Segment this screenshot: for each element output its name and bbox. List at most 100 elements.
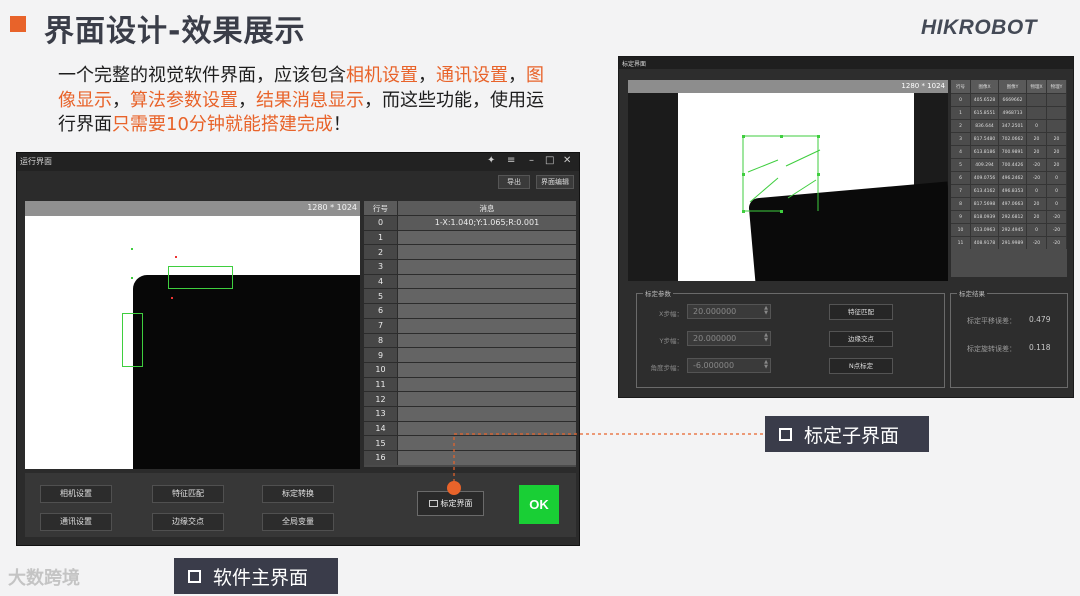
minimize-icon[interactable]: – xyxy=(529,155,534,167)
table-row[interactable]: 6 xyxy=(364,303,576,318)
square-bullet-icon xyxy=(188,569,201,583)
params-panel-title: 标定参数 xyxy=(643,288,673,298)
calibration-cell: 405.6528 xyxy=(971,94,999,106)
n-point-calibration-button[interactable]: N点标定 xyxy=(829,358,893,374)
table-row[interactable]: 1 xyxy=(364,229,576,245)
table-row[interactable]: 1 615.8551 4968713 xyxy=(951,106,1067,119)
table-row[interactable]: 9 xyxy=(364,347,576,362)
sub-window-title: 标定界面 xyxy=(622,61,647,68)
table-row[interactable]: 8 xyxy=(364,332,576,348)
sub-edge-intersection-button[interactable]: 边缘交点 xyxy=(829,331,893,347)
table-row[interactable]: 16 xyxy=(364,450,576,465)
comm-settings-button[interactable]: 通讯设置 xyxy=(40,513,112,531)
col-header-image-y: 图像Y xyxy=(999,80,1027,93)
calibration-cell: 291.9989 xyxy=(999,237,1027,249)
roi-rect-top[interactable] xyxy=(168,266,233,289)
row-number-cell: 1 xyxy=(364,230,398,245)
table-row[interactable]: 15 xyxy=(364,435,576,450)
table-row[interactable]: 13 xyxy=(364,405,576,421)
calibration-cell: 4 xyxy=(951,146,971,158)
intro-highlight: 只需要10分钟就能搭建完成 xyxy=(112,114,333,135)
calibration-cell: 496.2462 xyxy=(999,172,1027,184)
calibration-params-panel: 标定参数 X步幅： 20.000000 ▲ ▼ Y步幅： 20.000000 ▲ ▼… xyxy=(636,288,945,388)
calib-convert-button[interactable]: 标定转换 xyxy=(262,485,334,503)
calibration-cell: 20 xyxy=(1027,146,1047,158)
calibration-cell: 5 xyxy=(951,159,971,171)
row-number-cell: 8 xyxy=(364,333,398,348)
slide-title: 界面设计-效果展示 xyxy=(44,14,306,49)
table-row[interactable]: 5 409.294 700.4426 -20 20 xyxy=(951,158,1067,171)
roi-rect-left[interactable] xyxy=(122,313,143,367)
col-header-world-y: 物理Y xyxy=(1047,80,1067,93)
table-row[interactable]: 5 xyxy=(364,288,576,304)
table-row[interactable]: 11 408.9178 291.9989 -20 -20 xyxy=(951,236,1067,249)
pin-icon[interactable]: ✦ xyxy=(487,155,495,167)
sub-window-titlebar: 标定界面 xyxy=(619,57,1073,69)
message-cell xyxy=(398,230,576,245)
table-row[interactable]: 3 xyxy=(364,259,576,274)
table-row[interactable]: 10 xyxy=(364,361,576,377)
callout-calibration-sub: 标定子界面 xyxy=(765,416,929,452)
close-icon[interactable]: ✕ xyxy=(563,155,571,167)
menu-icon[interactable]: ≡ xyxy=(507,155,515,167)
y-step-input[interactable]: 20.000000 ▲ ▼ xyxy=(687,331,771,346)
table-row[interactable]: 12 xyxy=(364,391,576,406)
calibration-cell: 20 xyxy=(1047,159,1067,171)
table-row[interactable]: 4 613.8186 700.9891 20 20 xyxy=(951,145,1067,158)
square-bullet-icon xyxy=(779,427,792,441)
spinner-icon[interactable]: ▲ ▼ xyxy=(764,333,768,343)
spinner-icon[interactable]: ▲ ▼ xyxy=(764,360,768,370)
table-row[interactable]: 6 409.0756 496.2462 -20 0 xyxy=(951,171,1067,184)
calibration-cell: 409.294 xyxy=(971,159,999,171)
export-button[interactable]: 导出 xyxy=(498,175,530,189)
calibration-cell xyxy=(1047,94,1067,106)
calibration-cell xyxy=(1047,107,1067,119)
table-row[interactable]: 9 818.0939 292.6812 20 -20 xyxy=(951,210,1067,223)
edit-ui-button[interactable]: 界面编辑 xyxy=(536,175,574,189)
table-row[interactable]: 3 817.5480 702.0662 20 20 xyxy=(951,132,1067,145)
sub-image-display[interactable]: 1280 * 1024 xyxy=(628,80,948,281)
calibration-cell: -20 xyxy=(1027,159,1047,171)
message-cell xyxy=(398,304,576,318)
table-row[interactable]: 4 xyxy=(364,273,576,289)
col-header-world-x: 物理X xyxy=(1027,80,1047,93)
calibration-cell: 20 xyxy=(1027,198,1047,210)
camera-settings-button[interactable]: 相机设置 xyxy=(40,485,112,503)
table-row[interactable]: 8 817.5698 497.0663 20 0 xyxy=(951,197,1067,210)
table-row[interactable]: 14 xyxy=(364,420,576,436)
trans-error-label: 标定平移误差： xyxy=(967,317,1016,325)
edge-intersection-button[interactable]: 边缘交点 xyxy=(152,513,224,531)
col-header-row-no: 行号 xyxy=(951,80,971,93)
ok-button[interactable]: OK xyxy=(519,485,559,524)
rot-error-value: 0.118 xyxy=(1029,343,1051,352)
table-row[interactable]: 7 xyxy=(364,317,576,333)
calibration-cell: 497.0663 xyxy=(999,198,1027,210)
message-cell xyxy=(398,348,576,362)
intro-highlight: 算法参数设置 xyxy=(130,89,238,111)
calibration-cell: 1 xyxy=(951,107,971,119)
calibration-ui-button[interactable]: 标定界面 xyxy=(417,491,484,516)
calibration-cell: 700.9891 xyxy=(999,146,1027,158)
table-row[interactable]: 0 1-X:1.040;Y:1.065;R:0.001 xyxy=(364,215,576,230)
table-row[interactable]: 10 613.0963 292.4945 0 -20 xyxy=(951,223,1067,236)
calibration-cell: 20 xyxy=(1027,211,1047,223)
spinner-icon[interactable]: ▲ ▼ xyxy=(764,306,768,316)
table-row[interactable]: 2 836.644 347.2501 0 xyxy=(951,119,1067,132)
calibration-cell: 409.0756 xyxy=(971,172,999,184)
global-variable-button[interactable]: 全局变量 xyxy=(262,513,334,531)
x-step-input[interactable]: 20.000000 ▲ ▼ xyxy=(687,304,771,319)
maximize-icon[interactable]: □ xyxy=(545,155,554,167)
table-row[interactable]: 0 405.6528 6669662 xyxy=(951,93,1067,106)
message-cell xyxy=(398,421,576,436)
table-row[interactable]: 11 xyxy=(364,376,576,392)
calibration-point-table: 行号 图像X 图像Y 物理X 物理Y 0 405.6528 6669662 1 615.… xyxy=(951,80,1067,277)
angle-step-input[interactable]: -6.000000 ▲ ▼ xyxy=(687,358,771,373)
calibration-cell: 836.644 xyxy=(971,120,999,132)
table-row[interactable]: 7 613.4162 496.8353 0 0 xyxy=(951,184,1067,197)
trans-error-value: 0.479 xyxy=(1029,315,1051,324)
table-row[interactable]: 2 xyxy=(364,244,576,260)
feature-match-button[interactable]: 特征匹配 xyxy=(152,485,224,503)
image-display[interactable]: 1280 * 1024 xyxy=(25,201,360,469)
sub-feature-match-button[interactable]: 特征匹配 xyxy=(829,304,893,320)
main-software-window: 运行界面 ✦ ≡ – □ ✕ 导出 界面编辑 1280 * 1024 行号 消息… xyxy=(16,152,580,546)
